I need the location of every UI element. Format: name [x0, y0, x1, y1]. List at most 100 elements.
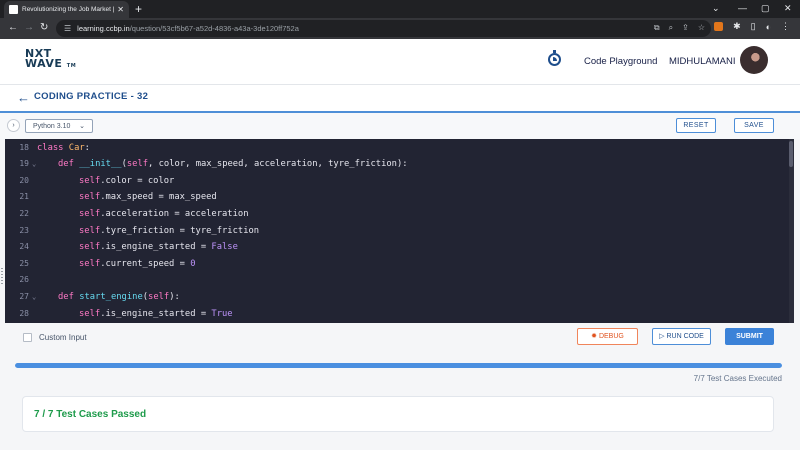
- close-window-icon[interactable]: ✕: [784, 2, 792, 14]
- resize-handle[interactable]: [1, 268, 3, 284]
- code-token: .acceleration: [100, 208, 170, 219]
- code-text: self.tyre_friction = tyre_friction: [79, 223, 259, 240]
- custom-input-checkbox[interactable]: [23, 333, 32, 342]
- line-number: 27: [19, 291, 29, 301]
- code-token: class: [37, 142, 69, 153]
- new-tab-icon[interactable]: +: [135, 2, 142, 16]
- code-line[interactable]: 18 class Car:: [5, 140, 790, 157]
- back-icon[interactable]: ←: [8, 21, 18, 35]
- back-arrow-icon[interactable]: ←: [17, 91, 30, 105]
- code-text: self.is_engine_started = True: [79, 306, 233, 323]
- code-token: = max_speed: [153, 192, 217, 203]
- code-line[interactable]: 23 self.tyre_friction = tyre_friction: [5, 223, 790, 240]
- code-token: self: [148, 291, 170, 302]
- line-number: 19: [19, 159, 29, 169]
- maximize-icon[interactable]: ▢: [761, 2, 770, 14]
- line-number: 22: [19, 208, 29, 218]
- metamask-extension-icon[interactable]: [714, 22, 724, 31]
- code-token: :: [84, 142, 90, 153]
- profile-icon[interactable]: ◐: [766, 22, 771, 32]
- code-editor[interactable]: 18 class Car: 19 ⌄ def __init__(self, color,…: [5, 139, 790, 323]
- code-token: .current_speed: [100, 258, 175, 269]
- code-text: self.is_engine_started = False: [79, 239, 238, 256]
- url-host: learning.ccbp.in: [77, 24, 130, 33]
- code-line[interactable]: 19 ⌄ def __init__(self, color, max_speed, …: [5, 156, 790, 173]
- editor-toolbar: › Python 3.10 ⌄ RESET SAVE: [0, 113, 800, 139]
- debug-button[interactable]: ✹ DEBUG: [577, 328, 638, 345]
- zoom-icon[interactable]: ⌕: [669, 23, 673, 33]
- tests-passed-text: 7 / 7 Test Cases Passed: [34, 409, 147, 420]
- line-number: 20: [19, 175, 29, 185]
- code-token: self: [79, 192, 101, 203]
- code-text: def __init__(self, color, max_speed, acc…: [58, 156, 408, 173]
- code-line[interactable]: 24 self.is_engine_started = False: [5, 239, 790, 256]
- reset-button[interactable]: RESET: [676, 118, 716, 133]
- line-number: 28: [19, 308, 29, 318]
- code-line[interactable]: 20 self.color = color: [5, 173, 790, 190]
- reload-icon[interactable]: ↻: [40, 21, 48, 35]
- open-in-app-icon[interactable]: ⧉: [654, 23, 660, 33]
- forward-icon[interactable]: →: [24, 21, 34, 35]
- address-bar[interactable]: ☰ learning.ccbp.in /question/53cf5b67-a5…: [56, 20, 711, 37]
- code-line[interactable]: 28 self.is_engine_started = True: [5, 306, 790, 323]
- language-select[interactable]: Python 3.10 ⌄: [25, 119, 93, 133]
- editor-scrollbar[interactable]: [789, 139, 794, 323]
- bug-icon: ✹: [591, 333, 597, 340]
- code-token: def: [58, 291, 80, 302]
- side-panel-icon[interactable]: ▯: [751, 21, 756, 32]
- code-line[interactable]: 27 ⌄ def start_engine(self):: [5, 289, 790, 306]
- code-token: .is_engine_started: [100, 242, 196, 253]
- code-token: self: [79, 258, 101, 269]
- fold-chevron-icon[interactable]: ⌄: [32, 156, 36, 173]
- minimize-icon[interactable]: —: [738, 2, 747, 14]
- nxtwave-logo[interactable]: NXT WAVE TM: [25, 48, 76, 71]
- submit-button[interactable]: SUBMIT: [725, 328, 774, 345]
- code-text: self.current_speed = 0: [79, 256, 196, 273]
- test-progress-bar: [15, 363, 782, 368]
- site-info-icon[interactable]: ☰: [64, 24, 71, 33]
- extensions-puzzle-icon[interactable]: ✱: [733, 21, 741, 32]
- code-token: .is_engine_started: [100, 308, 196, 319]
- code-line[interactable]: 22 self.acceleration = acceleration: [5, 206, 790, 223]
- code-line[interactable]: 21 self.max_speed = max_speed: [5, 189, 790, 206]
- url-path: /question/53cf5b67-a52d-4836-a43a-3de120…: [129, 24, 299, 33]
- tab-search-icon[interactable]: ⌄: [712, 2, 720, 14]
- avatar[interactable]: [740, 46, 768, 74]
- code-token: True: [211, 308, 233, 319]
- code-token: 0: [190, 258, 196, 269]
- browser-menu-icon[interactable]: ⋮: [781, 21, 790, 32]
- code-token: self: [79, 208, 101, 219]
- code-token: self: [79, 242, 101, 253]
- code-line[interactable]: 25 self.current_speed = 0: [5, 256, 790, 273]
- browser-tab-strip: Revolutionizing the Job Market | ✕ + ⌄ —…: [0, 0, 800, 18]
- code-line[interactable]: 26: [5, 272, 790, 289]
- code-token: __init__: [79, 159, 122, 170]
- code-playground-link[interactable]: Code Playground: [584, 56, 657, 67]
- code-token: self: [79, 175, 101, 186]
- run-code-button[interactable]: ▷ RUN CODE: [652, 328, 711, 345]
- fold-chevron-icon[interactable]: ⌄: [32, 289, 36, 306]
- code-token: self: [126, 159, 149, 170]
- code-token: .color: [100, 175, 132, 186]
- bookmark-star-icon[interactable]: ☆: [698, 23, 705, 33]
- code-text: def start_engine(self):: [58, 289, 180, 306]
- close-tab-icon[interactable]: ✕: [117, 5, 124, 14]
- username[interactable]: MIDHULAMANI: [669, 56, 736, 67]
- tab-title: Revolutionizing the Job Market |: [22, 6, 115, 13]
- code-token: = tyre_friction: [174, 225, 260, 236]
- expand-panel-button[interactable]: ›: [7, 119, 20, 132]
- line-number: 25: [19, 258, 29, 268]
- share-icon[interactable]: ⇪: [682, 23, 689, 33]
- stopwatch-icon[interactable]: [548, 50, 561, 66]
- code-token: =: [195, 242, 212, 253]
- save-button[interactable]: SAVE: [734, 118, 774, 133]
- test-progress-fill: [15, 363, 782, 368]
- editor-scroll-thumb[interactable]: [789, 141, 793, 167]
- custom-input-label[interactable]: Custom Input: [39, 333, 87, 342]
- line-number: 21: [19, 192, 29, 202]
- play-icon: ▷: [659, 333, 665, 340]
- code-token: def: [58, 159, 80, 170]
- browser-tab[interactable]: Revolutionizing the Job Market | ✕: [4, 1, 129, 18]
- line-number: 23: [19, 225, 29, 235]
- code-token: = acceleration: [169, 208, 249, 219]
